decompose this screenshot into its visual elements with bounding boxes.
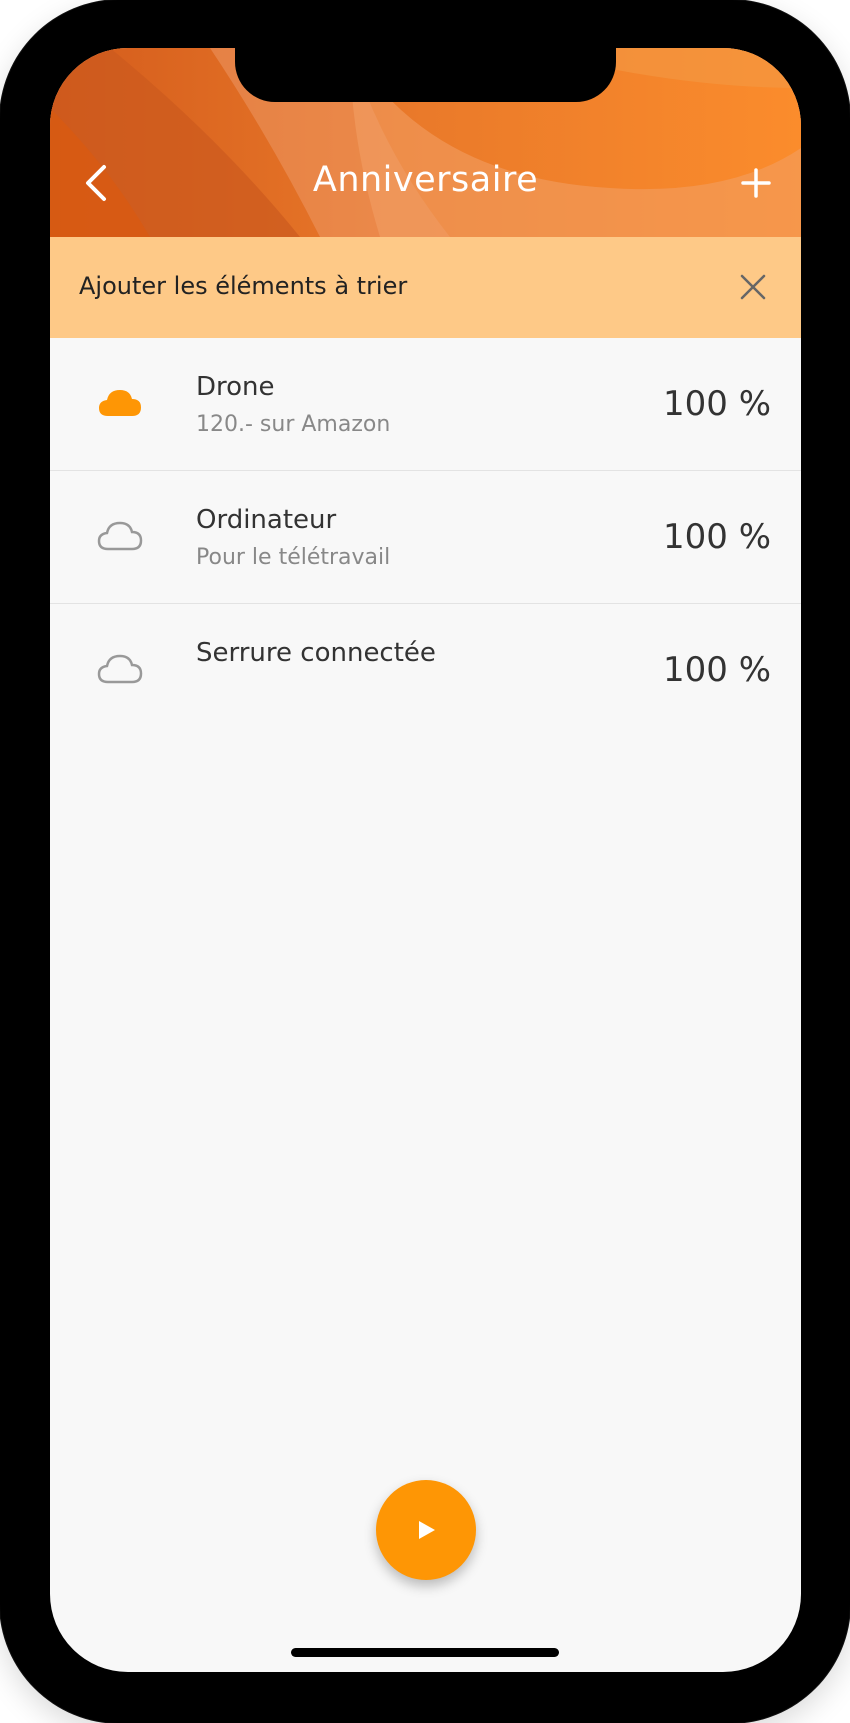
item-percent: 100 % — [662, 650, 771, 690]
plus-icon — [741, 168, 771, 198]
cloud-outline-icon — [97, 654, 143, 684]
play-button[interactable] — [376, 1480, 476, 1580]
app-header: Anniversaire — [50, 48, 801, 237]
home-indicator — [291, 1648, 559, 1657]
play-icon — [419, 1521, 435, 1539]
close-icon — [740, 274, 766, 300]
list-item[interactable]: Ordinateur Pour le télétravail 100 % — [50, 471, 801, 604]
item-name: Ordinateur — [196, 505, 337, 535]
phone-frame: Anniversaire Ajouter les éléments à trie… — [0, 0, 850, 1723]
notch — [235, 48, 616, 102]
mute-switch — [0, 220, 4, 280]
cloud-outline-icon — [97, 521, 143, 551]
page-title: Anniversaire — [312, 160, 539, 200]
list-item[interactable]: Drone 120.- sur Amazon 100 % — [50, 338, 801, 471]
item-subtitle: 120.- sur Amazon — [196, 412, 391, 437]
banner-close-button[interactable] — [730, 264, 776, 310]
cloud-filled-icon — [99, 390, 141, 416]
item-name: Drone — [196, 372, 275, 402]
item-percent: 100 % — [662, 384, 771, 424]
add-button[interactable] — [734, 161, 778, 205]
info-banner: Ajouter les éléments à trier — [50, 237, 801, 338]
power-button — [846, 365, 850, 545]
item-name: Serrure connectée — [196, 638, 436, 668]
item-list: Drone 120.- sur Amazon 100 % Ordinateur … — [50, 338, 801, 736]
item-percent: 100 % — [662, 517, 771, 557]
list-item[interactable]: Serrure connectée 100 % — [50, 604, 801, 736]
volume-down-button — [0, 470, 4, 580]
volume-up-button — [0, 330, 4, 440]
banner-text: Ajouter les éléments à trier — [79, 272, 408, 300]
screen: Anniversaire Ajouter les éléments à trie… — [50, 48, 801, 1672]
item-subtitle: Pour le télétravail — [196, 545, 391, 570]
